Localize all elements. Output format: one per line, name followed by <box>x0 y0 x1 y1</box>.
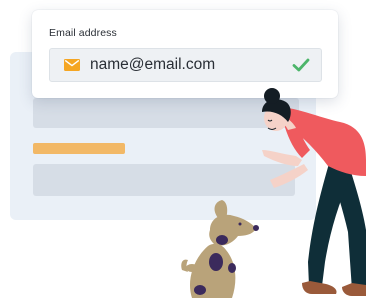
email-value: name@email.com <box>90 56 216 73</box>
signup-illustration: Email address name@email.com <box>0 0 366 298</box>
email-field[interactable]: name@email.com <box>49 48 322 82</box>
background-input-field <box>33 98 299 128</box>
check-icon <box>292 58 310 72</box>
email-card: Email address name@email.com <box>32 10 338 98</box>
email-label: Email address <box>49 27 117 39</box>
background-input-field <box>33 164 295 196</box>
background-label-bar <box>33 143 125 154</box>
mail-icon <box>64 59 80 71</box>
